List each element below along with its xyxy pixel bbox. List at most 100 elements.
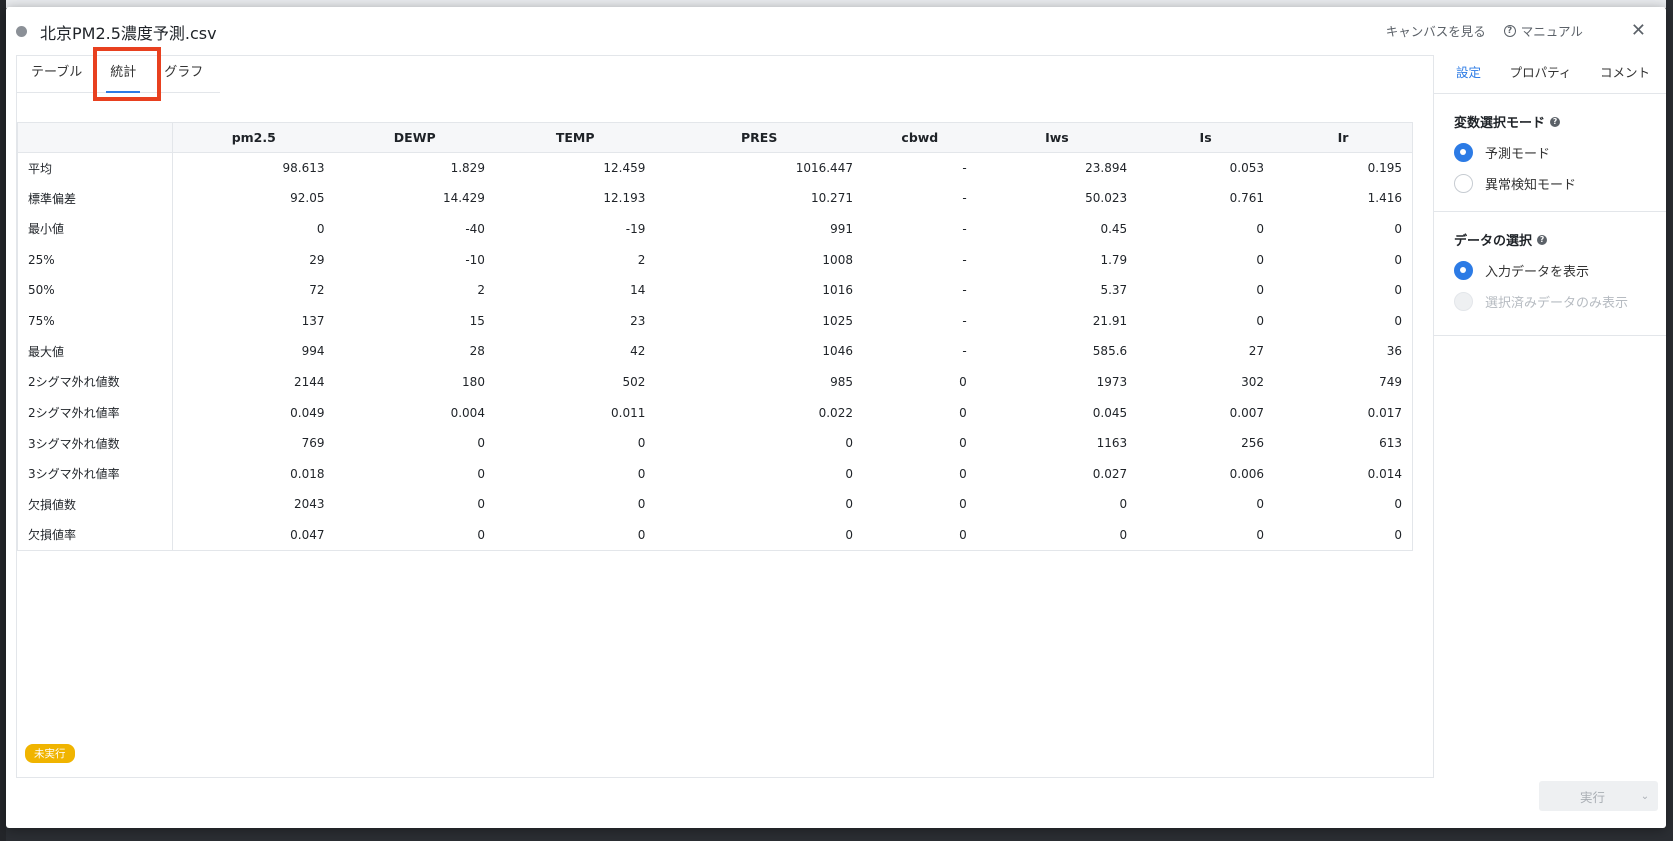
tab-settings[interactable]: 設定 (1456, 62, 1481, 81)
radio-show-input-data-label: 入力データを表示 (1485, 265, 1590, 280)
table-cell: 1046 (822, 344, 853, 359)
manual-label: マニュアル (1520, 24, 1583, 39)
run-button[interactable]: 実行 ⌄ (1539, 781, 1658, 811)
help-icon[interactable]: ? (1550, 116, 1561, 127)
tab-properties[interactable]: プロパティ (1510, 62, 1572, 81)
table-cell: 0 (655, 519, 863, 551)
table-cell: 749 (1379, 374, 1402, 389)
table-cell: 0 (1394, 252, 1402, 267)
table-cell: 0.049 (290, 405, 325, 420)
radio-show-selected-only-label: 選択済みデータのみ表示 (1485, 296, 1629, 311)
table-cell: 0 (959, 374, 967, 389)
table-cell: 0 (637, 497, 646, 512)
table-cell: 585.6 (1092, 344, 1128, 359)
table-cell: 0 (845, 497, 853, 512)
help-icon[interactable]: ? (1537, 234, 1548, 245)
dataset-modal: 北京PM2.5濃度予測.csv キャンバスを見る ? マニュアル ✕ テーブル … (6, 7, 1666, 828)
table-cell: 0.006 (1229, 466, 1265, 481)
table-cell: 0.045 (1092, 405, 1128, 420)
table-cell: 0 (637, 466, 646, 481)
view-canvas-label: キャンバスを見る (1385, 24, 1486, 39)
table-cell: 23 (630, 313, 646, 328)
table-cell: 0 (845, 436, 853, 451)
table-cell: 0 (959, 405, 967, 420)
table-cell: -40 (465, 221, 485, 236)
table-row: 3シグマ外れ値数 769 0 0 0 0 1163 256 613 (17, 427, 1413, 459)
radio-show-input-data[interactable]: 入力データを表示 (1454, 261, 1666, 280)
tab-comments[interactable]: コメント (1600, 62, 1650, 81)
table-cell: 0 (1256, 313, 1265, 328)
table-row: 最小値 0 -40 -19 991 - 0.45 0 0 (17, 213, 1413, 245)
table-cell: 180 (462, 374, 485, 389)
tab-statistics-label: 統計 (110, 65, 137, 80)
window-title: 北京PM2.5濃度予測.csv (40, 24, 217, 43)
manual-link[interactable]: ? マニュアル (1503, 21, 1583, 40)
table-cell: 0.047 (172, 519, 335, 551)
row-label: 75% (17, 305, 173, 337)
data-selection-title: データの選択 ? (1454, 230, 1666, 249)
table-cell: 50.023 (1085, 191, 1128, 206)
table-cell: 0.017 (1367, 405, 1402, 420)
view-canvas-link[interactable]: キャンバスを見る (1386, 21, 1486, 40)
row-label: 2シグマ外れ値率 (17, 397, 173, 428)
radio-unchecked-icon (1454, 174, 1473, 193)
table-cell: - (962, 252, 967, 267)
radio-prediction-mode[interactable]: 予測モード (1454, 143, 1666, 162)
table-cell: 1025 (822, 313, 853, 328)
table-cell: 1016.447 (795, 161, 853, 176)
table-cell: 0 (477, 497, 485, 512)
table-cell: 1.829 (450, 161, 485, 176)
table-cell: 0 (494, 519, 656, 551)
table-cell: - (962, 313, 967, 328)
table-cell: 0 (477, 436, 485, 451)
table-cell: 137 (301, 313, 325, 328)
table-cell: 2043 (293, 497, 325, 512)
data-selection-title-text: データの選択 (1454, 234, 1533, 249)
table-row: 50% 72 2 14 1016 - 5.37 0 0 (17, 274, 1413, 306)
tab-statistics[interactable]: 統計 (96, 56, 150, 93)
table-cell: 0.45 (1100, 221, 1128, 236)
radio-checked-icon (1454, 143, 1473, 162)
table-cell: 0 (845, 466, 853, 481)
table-cell: 21.91 (1092, 313, 1128, 328)
table-cell: 0 (959, 436, 967, 451)
table-cell: 5.37 (1100, 283, 1128, 298)
table-cell: 994 (301, 344, 325, 359)
tab-table[interactable]: テーブル (17, 56, 96, 92)
radio-anomaly-mode[interactable]: 異常検知モード (1454, 174, 1666, 193)
table-cell: 23.894 (1085, 161, 1128, 176)
column-header: Ir (1274, 122, 1413, 153)
table-cell: 0 (976, 519, 1138, 551)
table-cell: 98.613 (282, 161, 325, 176)
statistics-table: pm2.5 DEWP TEMP PRES cbwd Iws Is Ir 平均 98.613 1.8… (17, 122, 1413, 551)
table-cell: 0 (477, 466, 485, 481)
column-header: TEMP (494, 122, 656, 153)
table-cell: 0.004 (450, 405, 485, 420)
table-row: 2シグマ外れ値数 2144 180 502 985 0 1973 302 749 (17, 366, 1413, 398)
table-cell: 0 (334, 519, 495, 551)
table-body: 平均 98.613 1.829 12.459 1016.447 - 23.894 0.053 0… (17, 152, 1413, 551)
table-header-row: pm2.5 DEWP TEMP PRES cbwd Iws Is Ir (17, 122, 1413, 153)
table-cell: 27 (1248, 344, 1265, 359)
column-header: cbwd (862, 122, 977, 153)
table-cell: 1163 (1096, 436, 1128, 451)
table-cell: 1016 (822, 283, 853, 298)
table-cell: 29 (309, 252, 325, 267)
table-cell: -10 (465, 252, 485, 267)
table-cell: 36 (1386, 344, 1402, 359)
table-cell: 0 (959, 466, 967, 481)
variable-mode-title-text: 変数選択モード (1454, 116, 1546, 131)
close-icon[interactable]: ✕ (1631, 21, 1646, 40)
table-cell: 0.053 (1229, 161, 1265, 176)
tab-graph[interactable]: グラフ (150, 56, 217, 92)
chevron-down-icon[interactable]: ⌄ (1632, 791, 1658, 802)
table-cell: -19 (625, 221, 646, 236)
radio-prediction-mode-label: 予測モード (1485, 147, 1551, 162)
table-cell: 92.05 (290, 191, 325, 206)
radio-anomaly-mode-label: 異常検知モード (1485, 178, 1577, 193)
column-header: pm2.5 (172, 122, 335, 153)
table-cell: 0.007 (1229, 405, 1265, 420)
table-row: 75% 137 15 23 1025 - 21.91 0 0 (17, 305, 1413, 337)
table-cell: 1.79 (1100, 252, 1128, 267)
table-row: 欠損値数 2043 0 0 0 0 0 0 0 (17, 489, 1413, 520)
